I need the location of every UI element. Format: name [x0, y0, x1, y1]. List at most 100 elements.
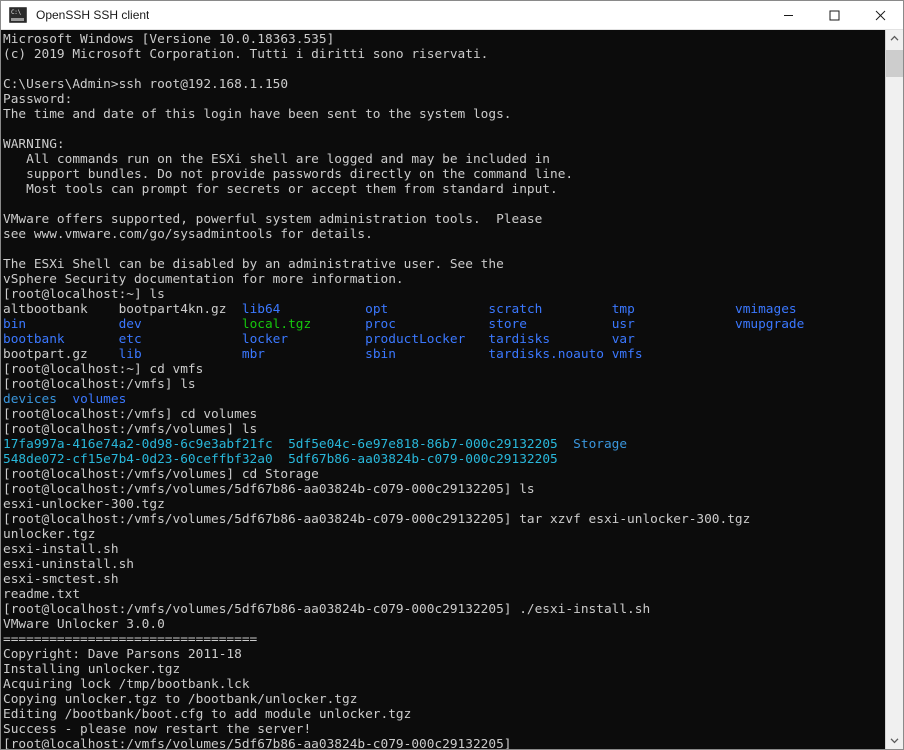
terminal-line: esxi-uninstall.sh	[3, 557, 134, 572]
terminal-line: =================================	[3, 632, 258, 647]
terminal-segment: altbootbank	[3, 302, 119, 317]
scrollbar-thumb[interactable]	[886, 50, 903, 77]
terminal-segment: mbr	[241, 347, 366, 362]
terminal-segment: locker	[241, 332, 366, 347]
terminal-line: bin dev local.tgz proc store usr vmupgra…	[3, 317, 885, 332]
terminal-line: VMware Unlocker 3.0.0	[3, 617, 165, 632]
terminal-line: Editing /bootbank/boot.cfg to add module…	[3, 707, 412, 722]
terminal-line: [root@localhost:/vmfs/volumes/5df67b86-a…	[3, 512, 751, 527]
terminal-line: 548de072-cf15e7b4-0d23-60ceffbf32a0 5df6…	[3, 452, 885, 467]
terminal-segment: var	[611, 332, 635, 347]
maximize-button[interactable]	[811, 1, 857, 29]
terminal-segment: 548de072-cf15e7b4-0d23-60ceffbf32a0	[3, 452, 273, 467]
terminal-line: [root@localhost:/vmfs/volumes] ls	[3, 422, 258, 437]
terminal-line: The time and date of this login have bee…	[3, 107, 512, 122]
terminal-line: readme.txt	[3, 587, 81, 602]
terminal-segment: Storage	[573, 437, 628, 452]
terminal-segment	[273, 452, 288, 467]
terminal-line: esxi-smctest.sh	[3, 572, 119, 587]
terminal-line: altbootbank bootpart4kn.gz lib64 opt scr…	[3, 302, 885, 317]
terminal-segment: lib	[118, 347, 242, 362]
terminal-line: Copyright: Dave Parsons 2011-18	[3, 647, 242, 662]
terminal-segment: local.tgz	[241, 317, 366, 332]
terminal-segment	[558, 437, 573, 452]
terminal-line: [root@localhost:/vmfs/volumes] cd Storag…	[3, 467, 319, 482]
terminal-segment: 17fa997a-416e74a2-0d98-6c9e3abf21fc	[3, 437, 273, 452]
terminal-line: Copying unlocker.tgz to /bootbank/unlock…	[3, 692, 358, 707]
terminal-segment: bin	[3, 317, 119, 332]
close-button[interactable]	[857, 1, 903, 29]
title-bar[interactable]: OpenSSH SSH client	[1, 1, 903, 30]
terminal-segment: bootpart.gz	[3, 347, 119, 362]
terminal-segment: tmp	[611, 302, 735, 317]
terminal-segment: vmimages	[734, 302, 797, 317]
terminal-line: All commands run on the ESXi shell are l…	[3, 152, 551, 167]
terminal-segment: scratch	[488, 302, 612, 317]
terminal-line: [root@localhost:~] ls	[3, 287, 165, 302]
terminal-segment: productLocker	[365, 332, 489, 347]
scrollbar-track[interactable]	[886, 47, 903, 732]
window-title: OpenSSH SSH client	[36, 8, 150, 22]
terminal-area: Microsoft Windows [Versione 10.0.18363.5…	[1, 30, 903, 749]
window-controls	[765, 1, 903, 29]
terminal-line: bootpart.gz lib mbr sbin tardisks.noauto…	[3, 347, 885, 362]
title-bar-left: OpenSSH SSH client	[1, 7, 765, 23]
terminal-segment: tardisks.noauto	[488, 347, 612, 362]
terminal-segment: 5df5e04c-6e97e818-86b7-000c29132205	[288, 437, 558, 452]
minimize-button[interactable]	[765, 1, 811, 29]
terminal-segment: store	[488, 317, 612, 332]
terminal-segment: volumes	[72, 392, 127, 407]
terminal-line: C:\Users\Admin>ssh root@192.168.1.150	[3, 77, 289, 92]
terminal-segment	[57, 392, 72, 407]
terminal-line: Acquiring lock /tmp/bootbank.lck	[3, 677, 250, 692]
terminal-segment: lib64	[241, 302, 366, 317]
scroll-up-arrow-icon[interactable]	[886, 30, 903, 47]
terminal-segment: usr	[611, 317, 735, 332]
terminal-segment: vmupgrade	[734, 317, 805, 332]
terminal-segment: tardisks	[488, 332, 612, 347]
terminal-line: vSphere Security documentation for more …	[3, 272, 404, 287]
terminal-line: [root@localhost:/vmfs] cd volumes	[3, 407, 258, 422]
terminal-line: 17fa997a-416e74a2-0d98-6c9e3abf21fc 5df5…	[3, 437, 885, 452]
terminal-line: see www.vmware.com/go/sysadmintools for …	[3, 227, 373, 242]
scroll-down-arrow-icon[interactable]	[886, 732, 903, 749]
terminal-segment: 5df67b86-aa03824b-c079-000c29132205	[288, 452, 558, 467]
terminal-segment	[273, 437, 288, 452]
terminal-segment: dev	[118, 317, 242, 332]
terminal-segment: bootbank	[3, 332, 119, 347]
terminal-line: devices volumes	[3, 392, 885, 407]
terminal-segment: bootpart4kn.gz	[118, 302, 242, 317]
terminal-line: esxi-install.sh	[3, 542, 119, 557]
terminal-line: WARNING:	[3, 137, 65, 152]
ssh-client-window: OpenSSH SSH client Microsoft Wi	[0, 0, 904, 750]
terminal-line: Success - please now restart the server!	[3, 722, 312, 737]
terminal-segment: vmfs	[611, 347, 643, 362]
terminal-line: support bundles. Do not provide password…	[3, 167, 574, 182]
terminal-line: (c) 2019 Microsoft Corporation. Tutti i …	[3, 47, 489, 62]
terminal-line: [root@localhost:~] cd vmfs	[3, 362, 204, 377]
terminal-segment: opt	[365, 302, 489, 317]
terminal-segment: proc	[365, 317, 489, 332]
terminal-line: [root@localhost:/vmfs] ls	[3, 377, 196, 392]
terminal-line: bootbank etc locker productLocker tardis…	[3, 332, 885, 347]
terminal-line: Installing unlocker.tgz	[3, 662, 181, 677]
terminal-line: [root@localhost:/vmfs/volumes/5df67b86-a…	[3, 737, 512, 749]
terminal-line: Password:	[3, 92, 73, 107]
terminal-segment: etc	[118, 332, 242, 347]
terminal-line: unlocker.tgz	[3, 527, 96, 542]
terminal-line: [root@localhost:/vmfs/volumes/5df67b86-a…	[3, 602, 651, 617]
terminal-line: Microsoft Windows [Versione 10.0.18363.5…	[3, 32, 335, 47]
terminal-segment: devices	[3, 392, 57, 407]
vertical-scrollbar[interactable]	[885, 30, 903, 749]
terminal-line: VMware offers supported, powerful system…	[3, 212, 543, 227]
terminal-line: esxi-unlocker-300.tgz	[3, 497, 165, 512]
terminal-output[interactable]: Microsoft Windows [Versione 10.0.18363.5…	[1, 30, 885, 749]
console-icon	[9, 7, 27, 23]
terminal-line: [root@localhost:/vmfs/volumes/5df67b86-a…	[3, 482, 535, 497]
terminal-segment: sbin	[365, 347, 489, 362]
terminal-line: The ESXi Shell can be disabled by an adm…	[3, 257, 504, 272]
